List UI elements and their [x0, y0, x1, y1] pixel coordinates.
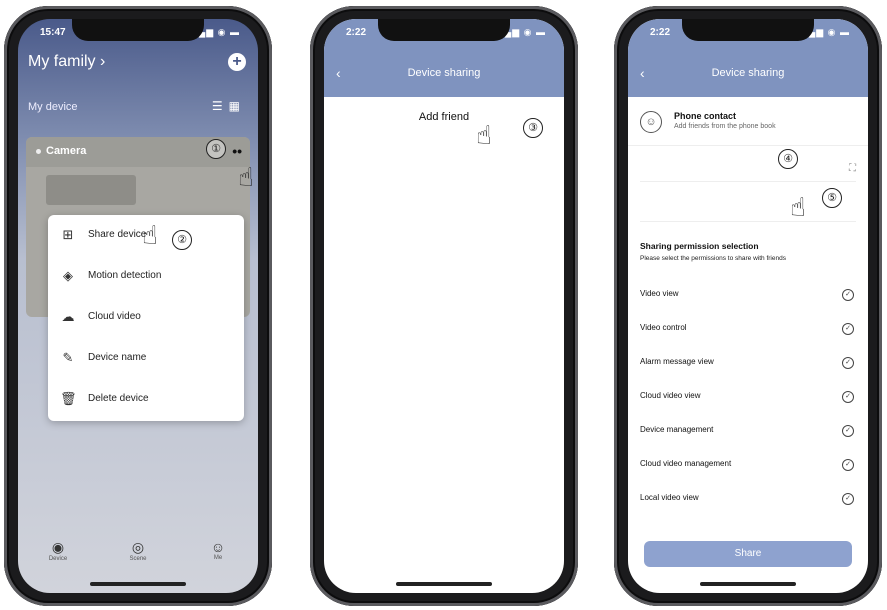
permission-video-control[interactable]: Video control ✓ — [640, 323, 856, 343]
camera-thumbnail — [46, 175, 136, 205]
phone-contact-row[interactable]: ☺ Phone contact Add friends from the pho… — [628, 101, 868, 146]
phone-1: 15:47 ▂▄▆ ◉ ▬ My family › + My device ☰▦… — [4, 6, 272, 606]
tab-scene[interactable]: ◎ Scene — [108, 539, 168, 562]
tab-label: Scene — [129, 556, 147, 562]
pointing-hand-icon: ☝ — [238, 162, 254, 192]
check-icon[interactable]: ✓ — [842, 323, 854, 335]
pointing-hand-icon: ☝ — [476, 120, 492, 150]
pointing-hand-icon: ☝ — [142, 220, 158, 250]
menu-item-delete-device[interactable]: 🗑 Delete device — [48, 379, 244, 419]
step-marker-3: ③ — [523, 118, 543, 138]
home-indicator — [396, 582, 492, 586]
check-icon[interactable]: ✓ — [842, 493, 854, 505]
permission-alarm-message-view[interactable]: Alarm message view ✓ — [640, 357, 856, 377]
permission-label: Video control — [640, 323, 687, 332]
check-icon[interactable]: ✓ — [842, 459, 854, 471]
device-sharing-screen: 2:22 ▂▄▆ ◉ ▬ ‹ Device sharing Add friend — [324, 19, 564, 593]
camera-icon: ◉ — [51, 539, 65, 555]
tab-device[interactable]: ◉ Device — [28, 539, 88, 562]
check-icon[interactable]: ✓ — [842, 425, 854, 437]
camera-name: Camera — [46, 145, 87, 157]
permission-cloud-video-view[interactable]: Cloud video view ✓ — [640, 391, 856, 411]
permission-cloud-video-management[interactable]: Cloud video management ✓ — [640, 459, 856, 479]
user-icon: ☺ — [210, 539, 226, 555]
tab-label: Device — [48, 556, 68, 562]
share-grid-icon: ⊞ — [62, 227, 74, 242]
menu-item-label: Motion detection — [88, 270, 162, 281]
page-title: Device sharing — [711, 67, 785, 79]
pointing-hand-icon: ☝ — [790, 192, 806, 222]
permission-label: Video view — [640, 289, 679, 298]
step-marker-5: ⑤ — [822, 188, 842, 208]
menu-item-device-name[interactable]: ✎ Device name — [48, 338, 244, 378]
notch — [378, 19, 510, 41]
permission-device-management[interactable]: Device management ✓ — [640, 425, 856, 445]
permission-video-view[interactable]: Video view ✓ — [640, 289, 856, 309]
more-options-icon[interactable]: •• — [232, 143, 242, 159]
cloud-icon: ☁ — [61, 309, 75, 324]
phone-contact-label: Phone contact — [674, 111, 737, 121]
edit-icon: ✎ — [62, 350, 74, 365]
home-screen: 15:47 ▂▄▆ ◉ ▬ My family › + My device ☰▦… — [18, 19, 258, 593]
home-indicator — [700, 582, 796, 586]
phone-2: 2:22 ▂▄▆ ◉ ▬ ‹ Device sharing Add friend — [310, 6, 578, 606]
device-sharing-detail-screen: 2:22 ▂▄▆ ◉ ▬ ‹ Device sharing ☺ Phone co… — [628, 19, 868, 593]
menu-item-label: Share device — [88, 229, 147, 240]
menu-item-cloud-video[interactable]: ☁ Cloud video — [48, 297, 244, 337]
phone-3: 2:22 ▂▄▆ ◉ ▬ ‹ Device sharing ☺ Phone co… — [614, 6, 882, 606]
notch — [72, 19, 204, 41]
status-time: 2:22 — [650, 27, 671, 38]
tab-label: Me — [213, 555, 223, 561]
menu-item-label: Cloud video — [88, 311, 141, 322]
step-marker-1: ① — [206, 139, 226, 159]
bottom-nav: ◉ Device ◎ Scene ☺ Me — [18, 539, 258, 579]
trash-icon: 🗑 — [60, 391, 77, 406]
check-icon[interactable]: ✓ — [842, 289, 854, 301]
step-marker-4: ④ — [778, 149, 798, 169]
chevron-down-icon: › — [100, 53, 106, 70]
status-time: 15:47 — [40, 27, 66, 38]
permission-label: Cloud video management — [640, 459, 732, 468]
permission-subtitle: Please select the permissions to share w… — [640, 255, 786, 262]
contact-icon: ☺ — [640, 111, 662, 133]
menu-item-motion-detection[interactable]: ◈ Motion detection — [48, 256, 244, 296]
permission-label: Local video view — [640, 493, 699, 502]
online-dot-icon — [36, 149, 41, 154]
page-title: Device sharing — [407, 67, 481, 79]
menu-item-label: Delete device — [88, 393, 149, 404]
permission-label: Device management — [640, 425, 714, 434]
permission-label: Cloud video view — [640, 391, 701, 400]
check-icon[interactable]: ✓ — [842, 391, 854, 403]
view-toggle-icon[interactable]: ☰▦ — [212, 99, 246, 113]
home-indicator — [90, 582, 186, 586]
account-input[interactable]: ⛶ — [640, 159, 856, 182]
menu-item-label: Device name — [88, 352, 147, 363]
scan-icon[interactable]: ⛶ — [849, 163, 856, 174]
my-device-label: My device — [28, 101, 78, 113]
notch — [682, 19, 814, 41]
family-title[interactable]: My family › — [28, 53, 105, 71]
share-button[interactable]: Share — [644, 541, 852, 567]
status-time: 2:22 — [346, 27, 367, 38]
permission-local-video-view[interactable]: Local video view ✓ — [640, 493, 856, 513]
step-marker-2: ② — [172, 230, 192, 250]
scene-icon: ◎ — [131, 539, 145, 555]
motion-icon: ◈ — [63, 268, 73, 283]
check-icon[interactable]: ✓ — [842, 357, 854, 369]
permission-title: Sharing permission selection — [640, 241, 759, 251]
permission-label: Alarm message view — [640, 357, 714, 366]
tab-me[interactable]: ☺ Me — [188, 539, 248, 561]
add-icon[interactable]: + — [228, 53, 246, 71]
phone-contact-subtitle: Add friends from the phone book — [674, 123, 776, 130]
